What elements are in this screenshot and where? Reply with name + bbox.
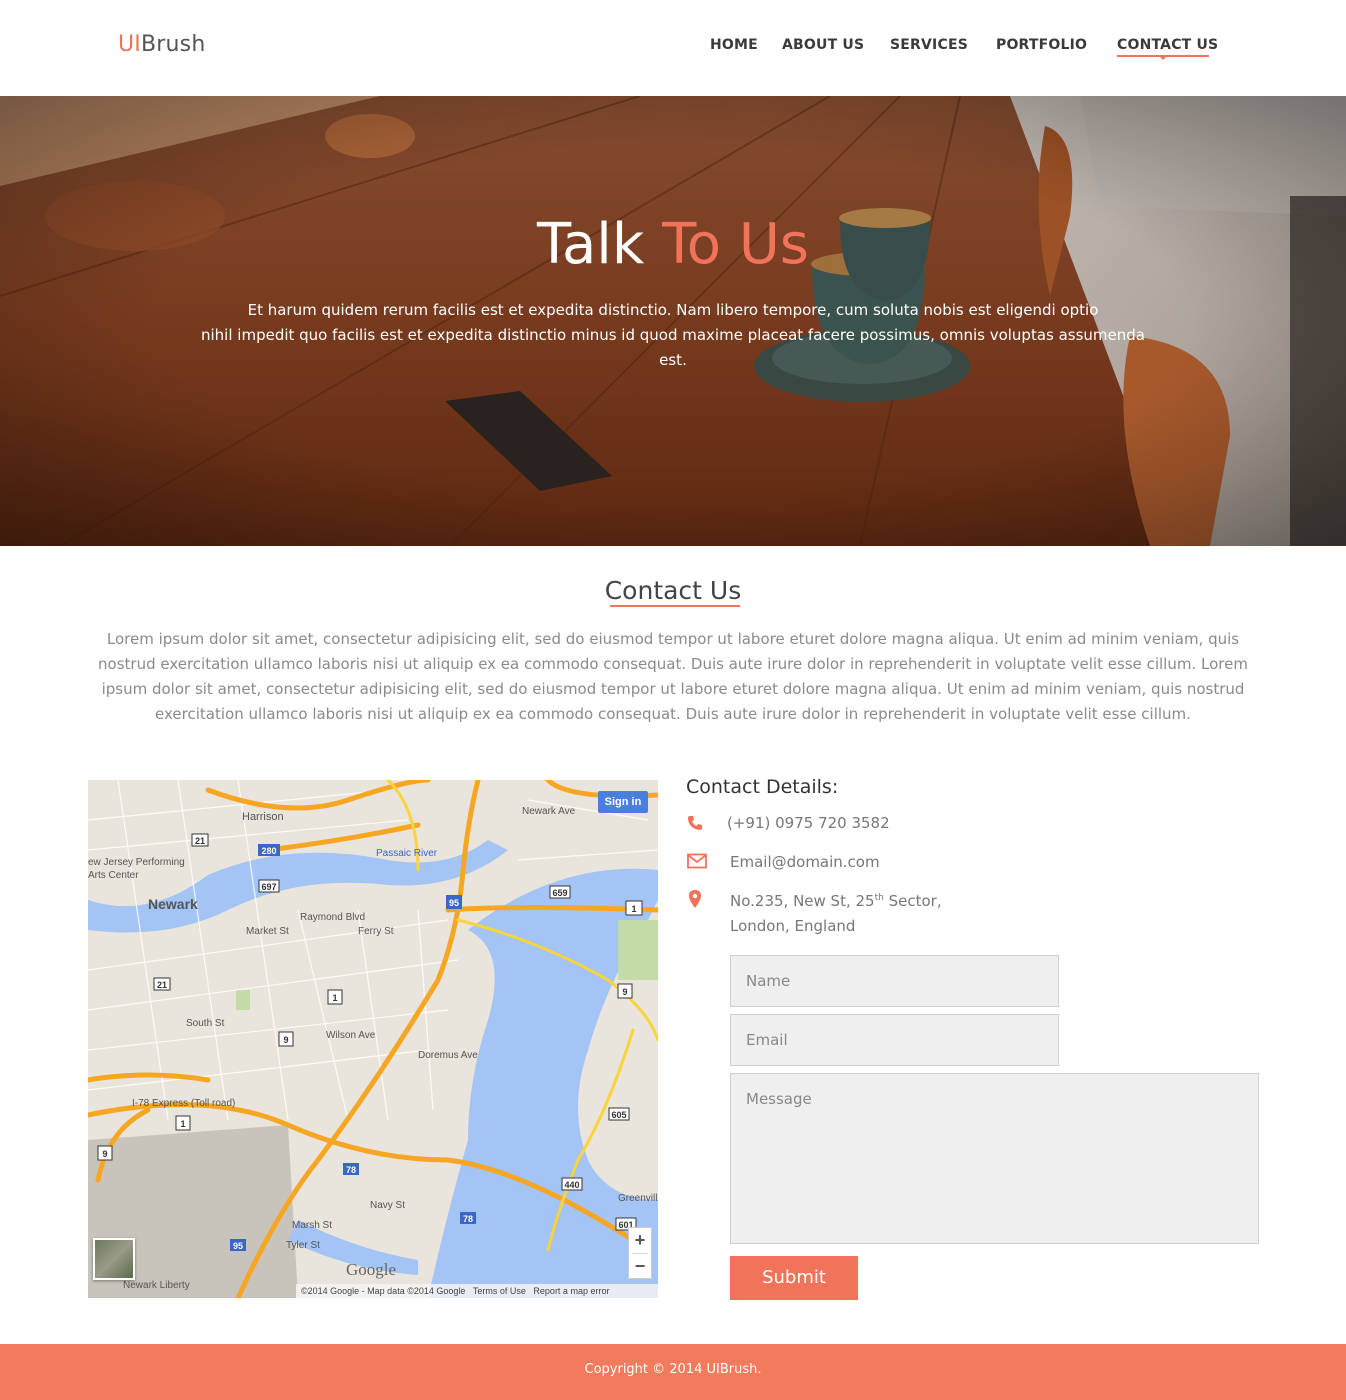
svg-text:9: 9 [102, 1149, 107, 1159]
zoom-out-button[interactable]: − [629, 1254, 651, 1279]
map-label-doremus-ave: Doremus Ave [418, 1050, 478, 1061]
map-label-express: I-78 Express (Toll road) [132, 1098, 236, 1109]
contact-address-line-1: No.235, New St, 25th Sector, [730, 886, 942, 914]
contact-address: No.235, New St, 25th Sector, London, Eng… [730, 886, 942, 939]
map-label-passaic-river: Passaic River [376, 848, 438, 859]
map-label-harrison: Harrison [242, 811, 284, 823]
svg-text:659: 659 [552, 888, 567, 898]
map-sign-in-button[interactable]: Sign in [598, 791, 648, 813]
hero-description-line-2: nihil impedit quo facilis est et expedit… [201, 326, 1145, 369]
map-label-newark: Newark [148, 896, 198, 912]
nav-home[interactable]: HOME [710, 37, 758, 53]
embedded-map[interactable]: 21 280 697 95 659 1 21 1 9 9 1 9 78 78 9… [88, 780, 658, 1298]
site-footer: Copyright © 2014 UIBrush. [0, 1344, 1346, 1400]
logo[interactable]: UIBrush [118, 32, 206, 57]
svg-text:9: 9 [622, 987, 627, 997]
map-label-newark-ave: Newark Ave [522, 806, 576, 817]
logo-text: Brush [141, 32, 206, 57]
svg-text:1: 1 [180, 1119, 185, 1129]
map-label-greenville: Greenvill [618, 1193, 658, 1204]
address-sector: Sector, [883, 892, 942, 910]
map-label-south-st: South St [186, 1018, 225, 1029]
svg-text:1: 1 [631, 904, 636, 914]
hero-title: Talk To Us [0, 212, 1346, 277]
contact-phone: (+91) 0975 720 3582 [727, 814, 890, 832]
hero-banner: Talk To Us Et harum quidem rerum facilis… [0, 96, 1346, 546]
map-marker-icon [689, 890, 701, 913]
satellite-view-toggle[interactable] [93, 1238, 135, 1280]
site-header: UIBrush HOME ABOUT US SERVICES PORTFOLIO… [0, 0, 1346, 96]
map-attribution-bar: ©2014 Google - Map data ©2014 Google Ter… [296, 1284, 658, 1298]
contact-title-underline [610, 605, 740, 607]
zoom-in-button[interactable]: + [629, 1228, 651, 1253]
nav-portfolio[interactable]: PORTFOLIO [996, 37, 1087, 53]
contact-email[interactable]: Email@domain.com [730, 850, 880, 875]
message-textarea[interactable]: Message [730, 1073, 1259, 1244]
map-label-newark-liberty: Newark Liberty [123, 1280, 190, 1291]
svg-text:95: 95 [449, 898, 459, 908]
map-zoom-control: + − [628, 1227, 652, 1279]
svg-text:697: 697 [261, 882, 276, 892]
hero-title-accent: To Us [662, 212, 809, 277]
map-attribution: ©2014 Google - Map data ©2014 Google [301, 1286, 466, 1296]
svg-text:21: 21 [195, 836, 205, 846]
map-label-raymond-blvd: Raymond Blvd [300, 912, 366, 923]
logo-accent: UI [118, 32, 141, 57]
name-input[interactable]: Name [730, 955, 1059, 1007]
svg-text:9: 9 [283, 1035, 288, 1045]
nav-contact-us[interactable]: CONTACT US [1117, 37, 1218, 53]
nav-active-caret [1159, 56, 1167, 60]
envelope-icon [687, 853, 707, 874]
svg-text:21: 21 [157, 980, 167, 990]
nav-about-us[interactable]: ABOUT US [782, 37, 864, 53]
contact-section-title: Contact Us [604, 576, 742, 605]
hero-description-line-1: Et harum quidem rerum facilis est et exp… [247, 301, 1099, 319]
map-report-link[interactable]: Report a map error [533, 1286, 609, 1296]
map-label-marsh-st: Marsh St [292, 1220, 333, 1231]
contact-details-title: Contact Details: [686, 776, 839, 798]
phone-icon [687, 815, 703, 836]
copyright-text: Copyright © 2014 UIBrush. [584, 1362, 762, 1377]
svg-text:95: 95 [233, 1241, 243, 1251]
contact-address-line-2: London, England [730, 917, 856, 935]
address-superscript: th [874, 893, 884, 903]
address-street: No.235, New St, 25 [730, 892, 875, 910]
svg-text:78: 78 [346, 1165, 356, 1175]
hero-title-main: Talk [537, 212, 663, 277]
nav-services[interactable]: SERVICES [890, 37, 968, 53]
contact-section-description: Lorem ipsum dolor sit amet, consectetur … [98, 630, 1248, 723]
svg-text:1: 1 [332, 993, 337, 1003]
map-label-navy-st: Navy St [370, 1200, 406, 1211]
email-input[interactable]: Email [730, 1014, 1059, 1066]
map-label-ferry-st: Ferry St [358, 926, 394, 937]
hero-description: Et harum quidem rerum facilis est et exp… [190, 298, 1156, 373]
map-label-tyler-st: Tyler St [286, 1240, 320, 1251]
svg-text:440: 440 [564, 1180, 579, 1190]
google-logo: Google [346, 1260, 397, 1279]
submit-button[interactable]: Submit [730, 1256, 858, 1300]
svg-text:605: 605 [611, 1110, 626, 1120]
map-label-market-st: Market St [246, 926, 289, 937]
svg-text:78: 78 [463, 1214, 473, 1224]
map-terms-link[interactable]: Terms of Use [473, 1286, 526, 1296]
svg-text:280: 280 [261, 846, 276, 856]
map-label-arts-center: ew Jersey Performing Arts Center [88, 857, 185, 881]
map-label-wilson-ave: Wilson Ave [326, 1030, 376, 1041]
